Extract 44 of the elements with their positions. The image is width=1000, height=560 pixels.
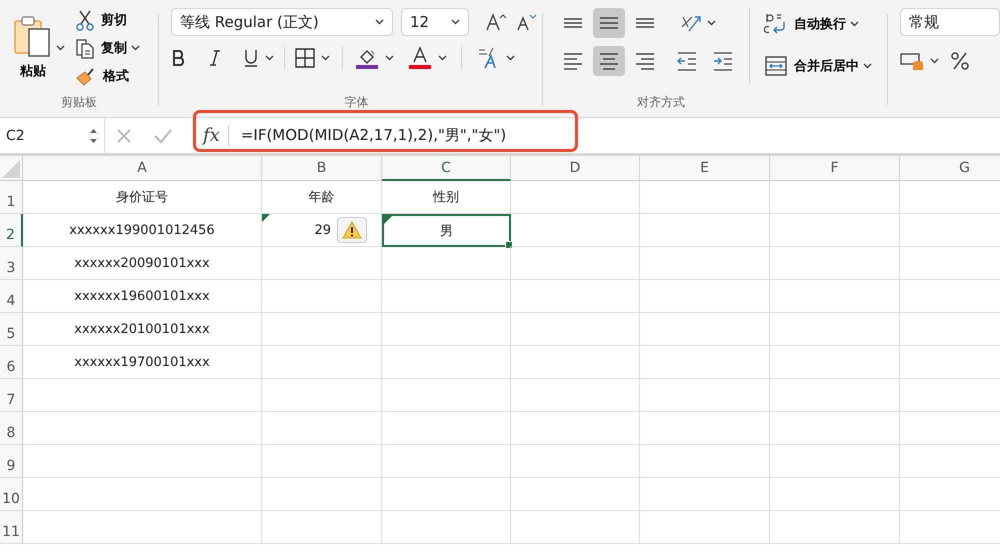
row-header[interactable]: 3 <box>0 247 23 280</box>
format-button[interactable]: 格式 <box>75 64 129 87</box>
cell-text: xxxxxx199001012456 <box>69 222 215 238</box>
active-cell[interactable]: 男 <box>382 214 511 247</box>
cell-text: 年龄 <box>308 189 334 206</box>
group-label: 剪贴板 <box>60 94 97 111</box>
row-header[interactable]: 11 <box>0 511 23 544</box>
cell-text: 29 <box>314 222 331 238</box>
column-header[interactable]: D <box>511 156 640 181</box>
cell-text: 身价证号 <box>116 189 168 206</box>
row-header[interactable]: 9 <box>0 445 23 478</box>
cut-button[interactable]: 剪切 <box>75 8 127 31</box>
merge-center-button[interactable]: 合并后居中 <box>764 50 860 82</box>
group-label: 字体 <box>344 94 369 111</box>
row-header[interactable]: 6 <box>0 346 23 379</box>
row-header[interactable]: 7 <box>0 379 23 412</box>
name-box[interactable]: C2 <box>0 118 105 153</box>
column-header[interactable]: G <box>900 156 1000 181</box>
row-header[interactable]: 8 <box>0 412 23 445</box>
wrap-text-button[interactable]: 自动换行 <box>764 8 846 40</box>
cell-text: xxxxxx20090101xxx <box>74 256 210 270</box>
font-size-dropdown[interactable]: 12 <box>400 8 469 36</box>
cell-text: xxxxxx19700101xxx <box>74 354 210 370</box>
cell-text: xxxxxx20100101xxx <box>74 322 210 336</box>
column-header[interactable]: C <box>382 156 511 181</box>
row-header[interactable]: 1 <box>0 181 23 214</box>
row-header[interactable]: 10 <box>0 478 23 511</box>
number-format-dropdown[interactable]: 常规 <box>900 8 1000 36</box>
row-header[interactable]: 5 <box>0 313 23 346</box>
column-header[interactable]: A <box>23 156 262 181</box>
insert-function-button[interactable]: fx <box>197 125 229 146</box>
column-header[interactable]: B <box>262 156 382 181</box>
group-label: 对齐方式 <box>637 94 686 111</box>
cell-text: xxxxxx19600101xxx <box>74 288 210 304</box>
cell-text: 男 <box>440 222 453 240</box>
row-header[interactable]: 2 <box>0 214 23 247</box>
font-name-dropdown[interactable]: 等线 Regular (正文) <box>170 8 393 36</box>
row-header[interactable]: 4 <box>0 280 23 313</box>
cell-text: 性别 <box>433 189 459 206</box>
paste-button[interactable]: 粘贴 <box>12 16 54 80</box>
copy-button[interactable]: 复制 <box>75 36 127 59</box>
column-header[interactable]: E <box>640 156 770 181</box>
formula-input[interactable]: =IF(MOD(MID(A2,17,1),2),"男","女") <box>228 126 506 145</box>
column-header[interactable]: F <box>770 156 900 181</box>
